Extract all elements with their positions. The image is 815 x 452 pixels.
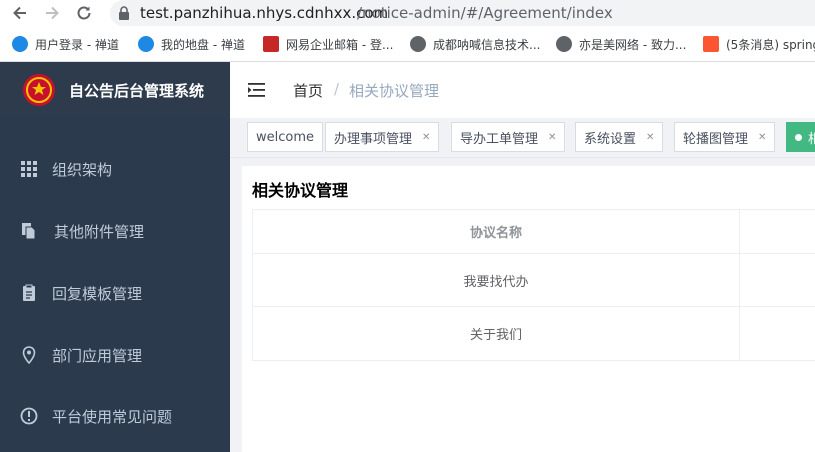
sidebar-item-label: 平台使用常见问题 xyxy=(52,407,173,426)
table-header-row: 协议名称 xyxy=(253,210,815,254)
agreements-table: 协议名称 我要找代办 关于我们 xyxy=(252,209,815,361)
navbar: 首页 / 相关协议管理 xyxy=(230,62,815,118)
back-arrow-icon[interactable] xyxy=(10,3,30,23)
table-row[interactable]: 我要找代办 xyxy=(253,254,815,307)
emblem-logo-icon xyxy=(23,74,55,106)
close-icon[interactable]: ✕ xyxy=(548,132,556,143)
csdn-icon xyxy=(703,36,719,52)
bookmark-label: 亦是美网络 - 致力... xyxy=(579,37,687,52)
tag-affairs[interactable]: 办理事项管理 ✕ xyxy=(325,122,440,152)
tags-view: welcome 办理事项管理 ✕ 导办工单管理 ✕ 系统设置 ✕ 轮播图管理 ✕… xyxy=(230,118,815,158)
documents-icon xyxy=(22,223,36,240)
globe-icon xyxy=(556,36,572,52)
bookmark-item[interactable]: 我的地盘 - 禅道 xyxy=(138,35,245,53)
page-title: 相关协议管理 xyxy=(252,181,349,200)
tag-agreements-active[interactable]: 相 xyxy=(786,122,815,152)
bookmark-item[interactable]: 用户登录 - 禅道 xyxy=(12,35,119,53)
table-cell-name: 我要找代办 xyxy=(253,254,740,306)
tag-label: 系统设置 xyxy=(584,131,637,147)
table-cell-name: 关于我们 xyxy=(253,307,740,360)
sidebar-item-label: 回复模板管理 xyxy=(52,284,143,303)
breadcrumb-current: 相关协议管理 xyxy=(349,82,440,100)
sidebar-item-org[interactable]: 组织架构 xyxy=(0,138,230,200)
info-circle-icon xyxy=(20,407,38,425)
tag-settings[interactable]: 系统设置 ✕ xyxy=(575,122,664,152)
bookmark-label: 用户登录 - 禅道 xyxy=(35,37,119,52)
bookmark-label: 成都呐喊信息技术... xyxy=(433,37,541,52)
bookmark-label: 网易企业邮箱 - 登... xyxy=(286,37,394,52)
sidebar-item-faq[interactable]: 平台使用常见问题 xyxy=(0,385,230,447)
browser-toolbar: test.panzhihua.nhys.cdnhxx.com /notice-a… xyxy=(0,0,815,26)
forward-arrow-icon[interactable] xyxy=(42,3,62,23)
close-icon[interactable]: ✕ xyxy=(422,132,430,143)
column-header-name: 协议名称 xyxy=(253,210,740,253)
bookmark-label: 我的地盘 - 禅道 xyxy=(161,37,245,52)
brand: 自公告后台管理系统 xyxy=(0,62,230,118)
clipboard-icon xyxy=(23,284,35,301)
bookmark-item[interactable]: 亦是美网络 - 致力... xyxy=(556,35,686,53)
reload-icon[interactable] xyxy=(74,3,94,23)
sidebar-item-dept-apps[interactable]: 部门应用管理 xyxy=(0,324,230,386)
globe-icon xyxy=(410,36,426,52)
tag-label: 导办工单管理 xyxy=(460,131,539,147)
grid-icon xyxy=(21,161,37,177)
tag-welcome[interactable]: welcome xyxy=(247,122,324,152)
close-icon[interactable]: ✕ xyxy=(646,132,654,143)
bookmark-item[interactable]: (5条消息) spring xyxy=(703,35,815,53)
lock-icon[interactable] xyxy=(118,5,130,21)
sidebar-item-label: 组织架构 xyxy=(52,160,113,179)
table-row[interactable]: 关于我们 xyxy=(253,307,815,360)
bookmark-label: (5条消息) spring xyxy=(726,37,815,52)
sidebar: 自公告后台管理系统 组织架构 其他附件管理 回复模板管理 部门应用管理 平台使用… xyxy=(0,62,230,452)
sidebar-item-label: 部门应用管理 xyxy=(52,346,143,365)
active-dot-icon xyxy=(795,133,802,141)
breadcrumb-home[interactable]: 首页 xyxy=(293,80,323,101)
sidebar-item-templates[interactable]: 回复模板管理 xyxy=(0,262,230,324)
sidebar-item-label: 其他附件管理 xyxy=(54,222,145,241)
bookmark-item[interactable]: 网易企业邮箱 - 登... xyxy=(263,35,393,53)
hamburger-menu-icon[interactable] xyxy=(248,82,268,98)
tag-label: welcome xyxy=(256,129,315,145)
tag-label: 相 xyxy=(808,128,815,147)
tag-carousel[interactable]: 轮播图管理 ✕ xyxy=(674,122,776,152)
chandao-icon xyxy=(138,36,154,52)
tag-label: 办理事项管理 xyxy=(334,131,413,147)
sidebar-item-attachments[interactable]: 其他附件管理 xyxy=(0,200,230,262)
bookmarks-bar: 用户登录 - 禅道 我的地盘 - 禅道 网易企业邮箱 - 登... 成都呐喊信息… xyxy=(0,26,815,62)
url-host[interactable]: test.panzhihua.nhys.cdnhxx.com xyxy=(140,3,388,23)
chandao-icon xyxy=(12,36,28,52)
brand-title: 自公告后台管理系统 xyxy=(69,82,205,100)
tag-work-orders[interactable]: 导办工单管理 ✕ xyxy=(451,122,566,152)
location-pin-icon xyxy=(22,346,36,364)
close-icon[interactable]: ✕ xyxy=(758,132,766,143)
bookmark-item[interactable]: 成都呐喊信息技术... xyxy=(410,35,540,53)
tag-label: 轮播图管理 xyxy=(683,131,749,147)
breadcrumb-separator: / xyxy=(334,80,340,98)
netease-mail-icon xyxy=(263,36,279,52)
url-path[interactable]: /notice-admin/#/Agreement/index xyxy=(357,3,613,23)
